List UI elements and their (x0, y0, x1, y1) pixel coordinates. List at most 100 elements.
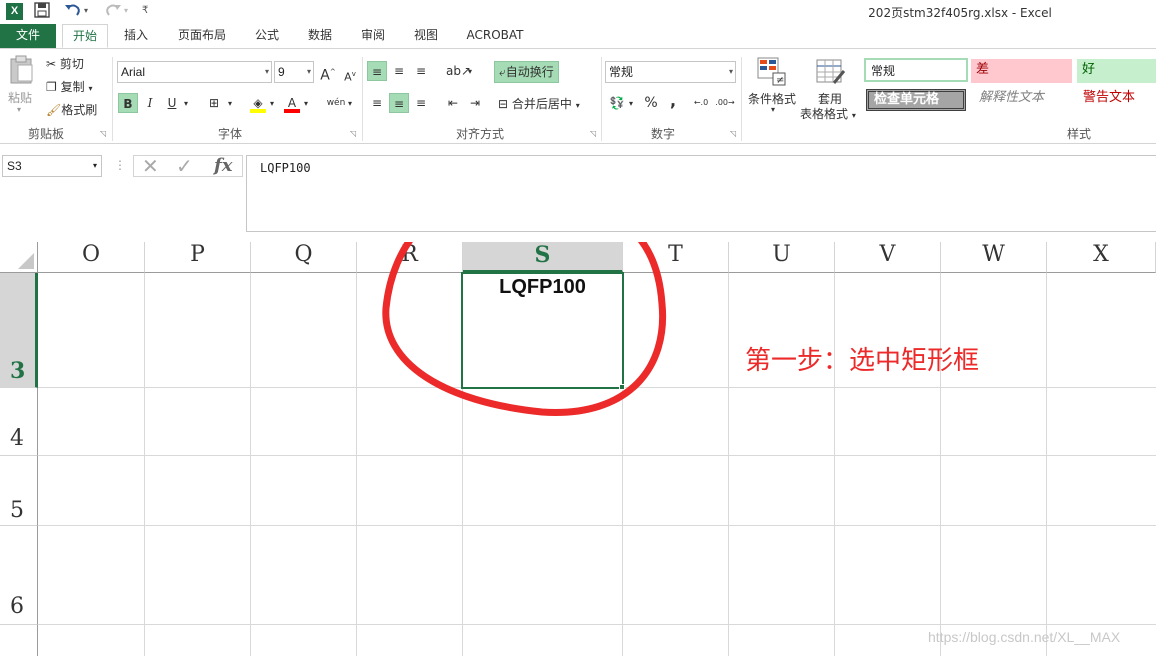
tab-formulas[interactable]: 公式 (246, 24, 288, 48)
tab-insert[interactable]: 插入 (114, 24, 158, 48)
ribbon-tabs: 文件 开始 插入 页面布局 公式 数据 审阅 视图 ACROBAT (0, 24, 1156, 48)
tab-acrobat[interactable]: ACROBAT (460, 24, 530, 48)
redo-dropdown-icon[interactable]: ▾ (124, 2, 128, 20)
bold-button[interactable]: B (118, 93, 138, 113)
decrease-indent-button[interactable]: ⇤ (443, 93, 463, 113)
borders-dropdown-icon[interactable]: ▾ (228, 99, 232, 108)
comma-style-button[interactable]: , (663, 91, 683, 111)
format-painter-button[interactable]: 🖌格式刷 (46, 101, 97, 118)
underline-dropdown-icon[interactable]: ▾ (184, 99, 188, 108)
increase-indent-button[interactable]: ⇥ (465, 93, 485, 113)
column-header-v[interactable]: V (835, 242, 941, 273)
row-header-5[interactable]: 5 (0, 456, 38, 526)
cut-button[interactable]: ✂ 剪切 (46, 55, 84, 72)
column-header-w[interactable]: W (941, 242, 1047, 273)
select-all-button[interactable] (0, 242, 38, 273)
underline-button[interactable]: U (162, 93, 182, 113)
enter-icon[interactable]: ✓ (176, 154, 193, 178)
outdent-icon: ⇤ (447, 96, 459, 110)
fill-color-button[interactable]: ◈ (248, 93, 268, 113)
paste-button[interactable]: 粘贴 (8, 89, 32, 106)
style-bad[interactable]: 差 (971, 59, 1072, 83)
insert-function-icon[interactable]: fx (214, 155, 232, 176)
number-format-combo[interactable]: 常规 ▾ (605, 61, 736, 83)
font-size-combo[interactable]: 9 ▾ (274, 61, 314, 83)
style-good[interactable]: 好 (1077, 59, 1156, 83)
gridline (144, 273, 145, 656)
undo-icon[interactable] (64, 2, 82, 23)
column-header-x[interactable]: X (1047, 242, 1156, 273)
align-right-button[interactable]: ≡ (411, 93, 431, 113)
style-normal[interactable]: 常规 (864, 58, 968, 82)
fill-color-dropdown-icon[interactable]: ▾ (270, 99, 274, 108)
align-left-button[interactable]: ≡ (367, 93, 387, 113)
phonetic-dropdown-icon[interactable]: ▾ (348, 99, 352, 108)
customize-quick-access-icon[interactable]: ₹ (142, 2, 148, 20)
column-header-q[interactable]: Q (251, 242, 357, 273)
row-header-6[interactable]: 6 (0, 526, 38, 625)
italic-button[interactable]: I (140, 93, 160, 113)
clipboard-launcher-icon[interactable]: ◹ (100, 129, 106, 138)
gridline (834, 273, 835, 656)
row-header-7[interactable] (0, 625, 38, 656)
column-header-u[interactable]: U (729, 242, 835, 273)
decrease-decimal-button[interactable]: .00→ (715, 93, 735, 113)
formula-input[interactable]: LQFP100 (246, 155, 1156, 232)
cancel-icon[interactable]: ✕ (142, 154, 159, 178)
middle-align-button[interactable]: ≡ (389, 61, 409, 81)
tab-page-layout[interactable]: 页面布局 (170, 24, 234, 48)
number-launcher-icon[interactable]: ◹ (730, 129, 736, 138)
row-header-3[interactable]: 3 (0, 273, 38, 388)
style-explanatory[interactable]: 解释性文本 (974, 87, 1074, 111)
column-header-o[interactable]: O (38, 242, 145, 273)
name-box[interactable]: S3 ▾ (2, 155, 102, 177)
style-warning[interactable]: 警告文本 (1078, 87, 1156, 111)
merge-center-button[interactable]: ⊟ 合并后居中 ▾ (498, 95, 580, 112)
bottom-align-button[interactable]: ≡ (411, 61, 431, 81)
ribbon: 粘贴 ▾ ✂ 剪切 ❐ 复制 ▾ 🖌格式刷 剪贴板 ◹ Arial ▾ 9 ▾ A^… (0, 48, 1156, 144)
tab-data[interactable]: 数据 (298, 24, 342, 48)
grow-font-button[interactable]: A^ (318, 62, 338, 84)
redo-icon[interactable] (104, 2, 122, 23)
window-title: 202页stm32f405rg.xlsx - Excel (868, 6, 1052, 20)
worksheet-grid[interactable]: O P Q R S T U V W X 3 4 5 6 LQFP100 第一步：… (0, 242, 1156, 656)
paste-dropdown-icon[interactable]: ▾ (17, 105, 21, 114)
separator (741, 57, 742, 141)
orientation-dropdown-icon[interactable]: ▾ (468, 67, 472, 76)
font-launcher-icon[interactable]: ◹ (350, 129, 356, 138)
table-format-icon[interactable] (816, 57, 846, 90)
increase-decimal-button[interactable]: ←.0 (691, 93, 711, 113)
merge-center-label: 合并后居中 (511, 97, 572, 111)
tab-view[interactable]: 视图 (404, 24, 448, 48)
align-center-button[interactable]: ≡ (389, 93, 409, 113)
font-color-dropdown-icon[interactable]: ▾ (304, 99, 308, 108)
accounting-format-button[interactable]: 💱 (607, 93, 627, 113)
save-icon[interactable] (34, 2, 50, 23)
orientation-button[interactable]: ab↗ (446, 61, 471, 81)
phonetic-guide-button[interactable]: wén (326, 93, 346, 113)
svg-text:≠: ≠ (776, 75, 784, 86)
undo-dropdown-icon[interactable]: ▾ (84, 2, 88, 20)
percent-style-button[interactable]: % (641, 93, 661, 113)
borders-button[interactable]: ⊞ (204, 93, 224, 113)
accounting-dropdown-icon[interactable]: ▾ (629, 99, 633, 108)
shrink-font-button[interactable]: Av (340, 64, 360, 84)
font-color-button[interactable]: A (282, 93, 302, 113)
paste-icon[interactable] (8, 55, 36, 88)
tab-home[interactable]: 开始 (62, 24, 108, 48)
table-format-button[interactable]: 表格格式 ▾ (800, 105, 856, 122)
align-left-icon: ≡ (371, 96, 383, 110)
gridline (38, 455, 1156, 456)
tab-file[interactable]: 文件 (0, 24, 56, 48)
copy-button[interactable]: ❐ 复制 ▾ (46, 78, 92, 95)
conditional-dropdown-icon[interactable]: ▾ (771, 105, 775, 114)
top-align-button[interactable]: ≡ (367, 61, 387, 81)
conditional-format-icon[interactable]: ≠ (757, 57, 787, 90)
wrap-text-button[interactable]: ⤶自动换行 (494, 61, 559, 83)
column-header-p[interactable]: P (145, 242, 251, 273)
style-check-cell[interactable]: 检查单元格 (866, 89, 966, 111)
font-name-combo[interactable]: Arial ▾ (117, 61, 272, 83)
alignment-launcher-icon[interactable]: ◹ (590, 129, 596, 138)
tab-review[interactable]: 审阅 (352, 24, 394, 48)
row-header-4[interactable]: 4 (0, 388, 38, 456)
